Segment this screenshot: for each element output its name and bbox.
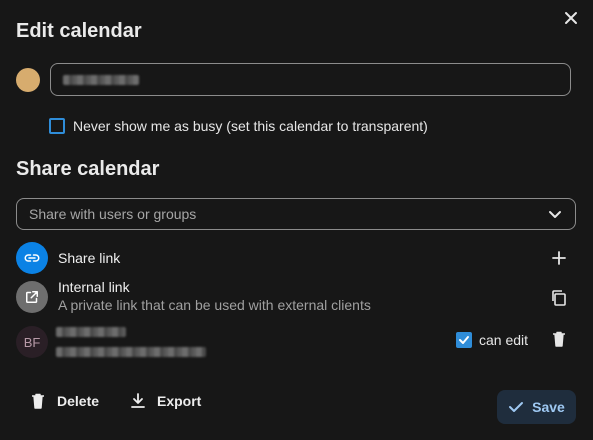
link-icon (16, 242, 48, 274)
export-label: Export (157, 393, 202, 409)
copy-icon[interactable] (550, 289, 568, 307)
close-icon[interactable] (561, 8, 581, 28)
delete-label: Delete (57, 393, 100, 409)
transparent-label: Never show me as busy (set this calendar… (73, 118, 428, 134)
remove-share-trash-icon[interactable] (550, 330, 568, 348)
can-edit-label: can edit (479, 332, 529, 348)
save-button[interactable]: Save (497, 390, 576, 424)
can-edit-option[interactable]: can edit (456, 332, 528, 348)
add-share-link-icon[interactable] (550, 249, 568, 267)
share-link-label: Share link (58, 250, 121, 266)
calendar-color-picker[interactable] (16, 68, 40, 92)
calendar-name-input[interactable] (50, 63, 571, 96)
save-label: Save (532, 399, 565, 415)
can-edit-checkbox[interactable] (456, 332, 472, 348)
transparent-checkbox[interactable] (49, 118, 65, 134)
open-external-icon (16, 281, 48, 313)
internal-link-row: Internal link A private link that can be… (16, 279, 371, 313)
download-icon (131, 393, 145, 408)
internal-link-description: A private link that can be used with ext… (58, 297, 371, 313)
shared-user-row: BF (16, 324, 206, 360)
check-icon (509, 402, 524, 412)
share-users-select[interactable]: Share with users or groups (16, 198, 576, 230)
edit-calendar-title: Edit calendar (16, 20, 142, 42)
trash-icon (32, 393, 44, 409)
share-search-placeholder: Share with users or groups (29, 206, 197, 222)
redacted-calendar-name (63, 74, 139, 85)
internal-link-title: Internal link (58, 279, 130, 295)
internal-link-text: Internal link A private link that can be… (58, 279, 371, 313)
share-calendar-title: Share calendar (16, 158, 160, 180)
redacted-user-email (56, 347, 206, 357)
user-avatar: BF (16, 326, 48, 358)
delete-button[interactable]: Delete (29, 392, 99, 410)
chevron-down-icon[interactable] (547, 206, 563, 222)
redacted-user-name (56, 327, 126, 337)
export-button[interactable]: Export (129, 392, 201, 410)
edit-calendar-dialog: Edit calendar Never show me as busy (set… (0, 0, 593, 440)
redacted-user-info (56, 324, 206, 360)
share-link-row: Share link (16, 242, 120, 274)
transparent-option[interactable]: Never show me as busy (set this calendar… (49, 118, 428, 134)
